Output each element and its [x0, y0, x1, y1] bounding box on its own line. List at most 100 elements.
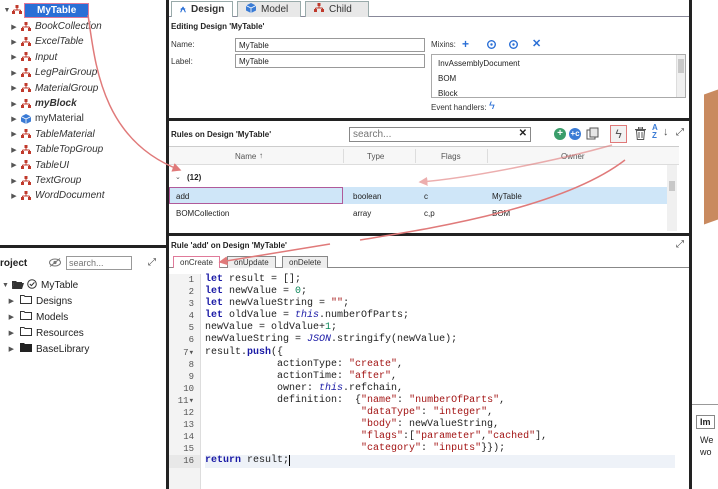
tree-item-label[interactable]: LegPairGroup	[35, 67, 97, 78]
tree-item-label[interactable]: TableTopGroup	[35, 144, 103, 155]
caret-right-icon[interactable]: ▶	[8, 130, 20, 138]
caret-right-icon[interactable]: ▶	[2, 313, 20, 321]
caret-right-icon[interactable]: ▶	[8, 23, 20, 31]
sort-az-icon[interactable]: AZ	[652, 124, 658, 140]
tree-item[interactable]: ▶ MaterialGroup	[8, 81, 98, 96]
tab-oncreate[interactable]: onCreate	[173, 256, 220, 268]
name-input[interactable]	[235, 38, 425, 52]
right-tab[interactable]: Im	[696, 415, 715, 429]
remove-mixin-icon[interactable]: ✕	[532, 37, 541, 50]
caret-right-icon[interactable]: ▶	[8, 69, 20, 77]
left-horizontal-divider[interactable]	[0, 245, 166, 248]
move-down-icon[interactable]	[509, 40, 518, 52]
tree-root-myTable[interactable]: ▼ MyTable	[2, 2, 90, 18]
tree-item[interactable]: ▶ TableMaterial	[8, 127, 95, 142]
code-editor[interactable]: 1 2 3 4 5 6 7▾ 8 9 10 11▾ 12 13 14 15 16…	[169, 272, 689, 489]
tree-item-label[interactable]: Input	[35, 52, 57, 63]
caret-right-icon[interactable]: ▶	[8, 84, 20, 92]
caret-right-icon[interactable]: ▶	[8, 38, 20, 46]
rule-row[interactable]: BOMCollection array c,p BOM	[169, 204, 667, 221]
caret-right-icon[interactable]: ▶	[2, 329, 20, 337]
mixins-list[interactable]: InvAssemblyDocument BOM Block	[431, 54, 686, 98]
tree-item[interactable]: ▶ WordDocument	[8, 188, 104, 203]
project-item-label[interactable]: Designs	[36, 296, 72, 307]
rule-row[interactable]: BOMString any c,p BOM	[169, 221, 667, 227]
tree-item[interactable]: ▶ LegPairGroup	[8, 65, 97, 80]
expand-icon[interactable]: ⤢	[676, 127, 684, 138]
mixin-item[interactable]: InvAssemblyDocument	[438, 59, 520, 68]
caret-right-icon[interactable]: ▶	[8, 53, 20, 61]
caret-right-icon[interactable]: ▶	[8, 115, 20, 123]
tree-item[interactable]: ▶ BookCollection	[8, 19, 102, 34]
expand-icon[interactable]: ⤢	[676, 239, 684, 250]
rules-search[interactable]: ✕	[349, 127, 531, 142]
project-item[interactable]: ▶ Resources	[2, 327, 84, 339]
caret-right-icon[interactable]: ▶	[8, 192, 20, 200]
col-flags-header[interactable]: Flags	[441, 152, 461, 161]
col-type-header[interactable]: Type	[367, 152, 384, 161]
tree-item-label[interactable]: TableMaterial	[35, 129, 95, 140]
tab-design[interactable]: ⍲ Design	[171, 1, 233, 17]
eye-icon[interactable]	[49, 258, 61, 270]
project-item[interactable]: ▶ Models	[2, 311, 68, 323]
mixins-scrollbar[interactable]	[676, 55, 685, 97]
tree-item-label[interactable]: myMaterial	[35, 113, 84, 124]
tree-item-label[interactable]: WordDocument	[35, 190, 104, 201]
tree-item[interactable]: ▶ TextGroup	[8, 173, 81, 188]
tree-item-label[interactable]: BookCollection	[35, 21, 102, 32]
tree-item[interactable]: ▶ ExcelTable	[8, 34, 84, 49]
col-name-header[interactable]: Name	[235, 152, 256, 161]
add-rule-icon[interactable]: +	[554, 128, 566, 140]
tab-onupdate[interactable]: onUpdate	[227, 256, 276, 268]
mixin-item[interactable]: BOM	[438, 74, 456, 83]
expand-icon[interactable]: ⤢	[148, 257, 156, 268]
caret-down-icon[interactable]: ▼	[2, 7, 12, 14]
copy-icon[interactable]	[586, 127, 599, 143]
move-up-icon[interactable]	[487, 40, 496, 52]
trash-icon[interactable]	[635, 126, 646, 143]
mixin-item[interactable]: Block	[438, 89, 458, 97]
tree-item-label[interactable]: MaterialGroup	[35, 83, 98, 94]
clear-icon[interactable]: ✕	[519, 128, 527, 139]
tab-ondelete[interactable]: onDelete	[282, 256, 329, 268]
event-rule-icon[interactable]: ϟ	[610, 125, 627, 143]
project-item-label[interactable]: Resources	[36, 328, 84, 339]
col-owner-header[interactable]: Owner	[561, 152, 585, 161]
add-child-icon[interactable]: +c	[569, 128, 581, 140]
project-item[interactable]: ▶ BaseLibrary	[2, 343, 89, 355]
group-row[interactable]: ⌄ (12)	[169, 170, 669, 186]
project-item[interactable]: ▶ Designs	[2, 295, 72, 307]
code-content[interactable]: let result = []; let newValue = 0; let n…	[205, 274, 675, 468]
rule-row[interactable]: add boolean c MyTable	[169, 187, 667, 204]
caret-right-icon[interactable]: ▶	[8, 177, 20, 185]
tree-item[interactable]: ▶ TableTopGroup	[8, 142, 103, 157]
label-input[interactable]	[235, 54, 425, 68]
caret-down-icon[interactable]: ⌄	[175, 173, 181, 181]
project-root-label[interactable]: MyTable	[41, 280, 78, 291]
rules-scrollbar[interactable]	[667, 165, 677, 231]
tree-item[interactable]: ▶ Input	[8, 50, 57, 65]
caret-down-icon[interactable]: ▼	[2, 282, 12, 289]
project-search-input[interactable]	[66, 256, 132, 270]
tree-item[interactable]: ▶ myBlock	[8, 96, 77, 111]
rules-search-input[interactable]	[350, 128, 510, 141]
tree-item-label[interactable]: myBlock	[35, 98, 77, 109]
caret-right-icon[interactable]: ▶	[8, 161, 20, 169]
add-mixin-icon[interactable]: +	[462, 37, 469, 51]
tree-root-label[interactable]: MyTable	[24, 2, 90, 18]
caret-right-icon[interactable]: ▶	[8, 146, 20, 154]
tree-item-label[interactable]: TextGroup	[35, 175, 81, 186]
tree-item[interactable]: ▶ TableUI	[8, 158, 69, 173]
lightning-icon[interactable]: ϟ	[489, 100, 495, 112]
tab-model[interactable]: Model	[237, 1, 301, 17]
caret-right-icon[interactable]: ▶	[8, 100, 20, 108]
project-root[interactable]: ▼ MyTable	[2, 279, 78, 292]
tree-item-label[interactable]: ExcelTable	[35, 36, 84, 47]
tab-child[interactable]: Child	[305, 1, 369, 17]
caret-right-icon[interactable]: ▶	[2, 345, 20, 353]
tree-item[interactable]: ▶ myMaterial	[8, 111, 84, 126]
tree-item-label[interactable]: TableUI	[35, 160, 69, 171]
caret-right-icon[interactable]: ▶	[2, 297, 20, 305]
project-item-label[interactable]: Models	[36, 312, 68, 323]
project-item-label[interactable]: BaseLibrary	[36, 344, 89, 355]
